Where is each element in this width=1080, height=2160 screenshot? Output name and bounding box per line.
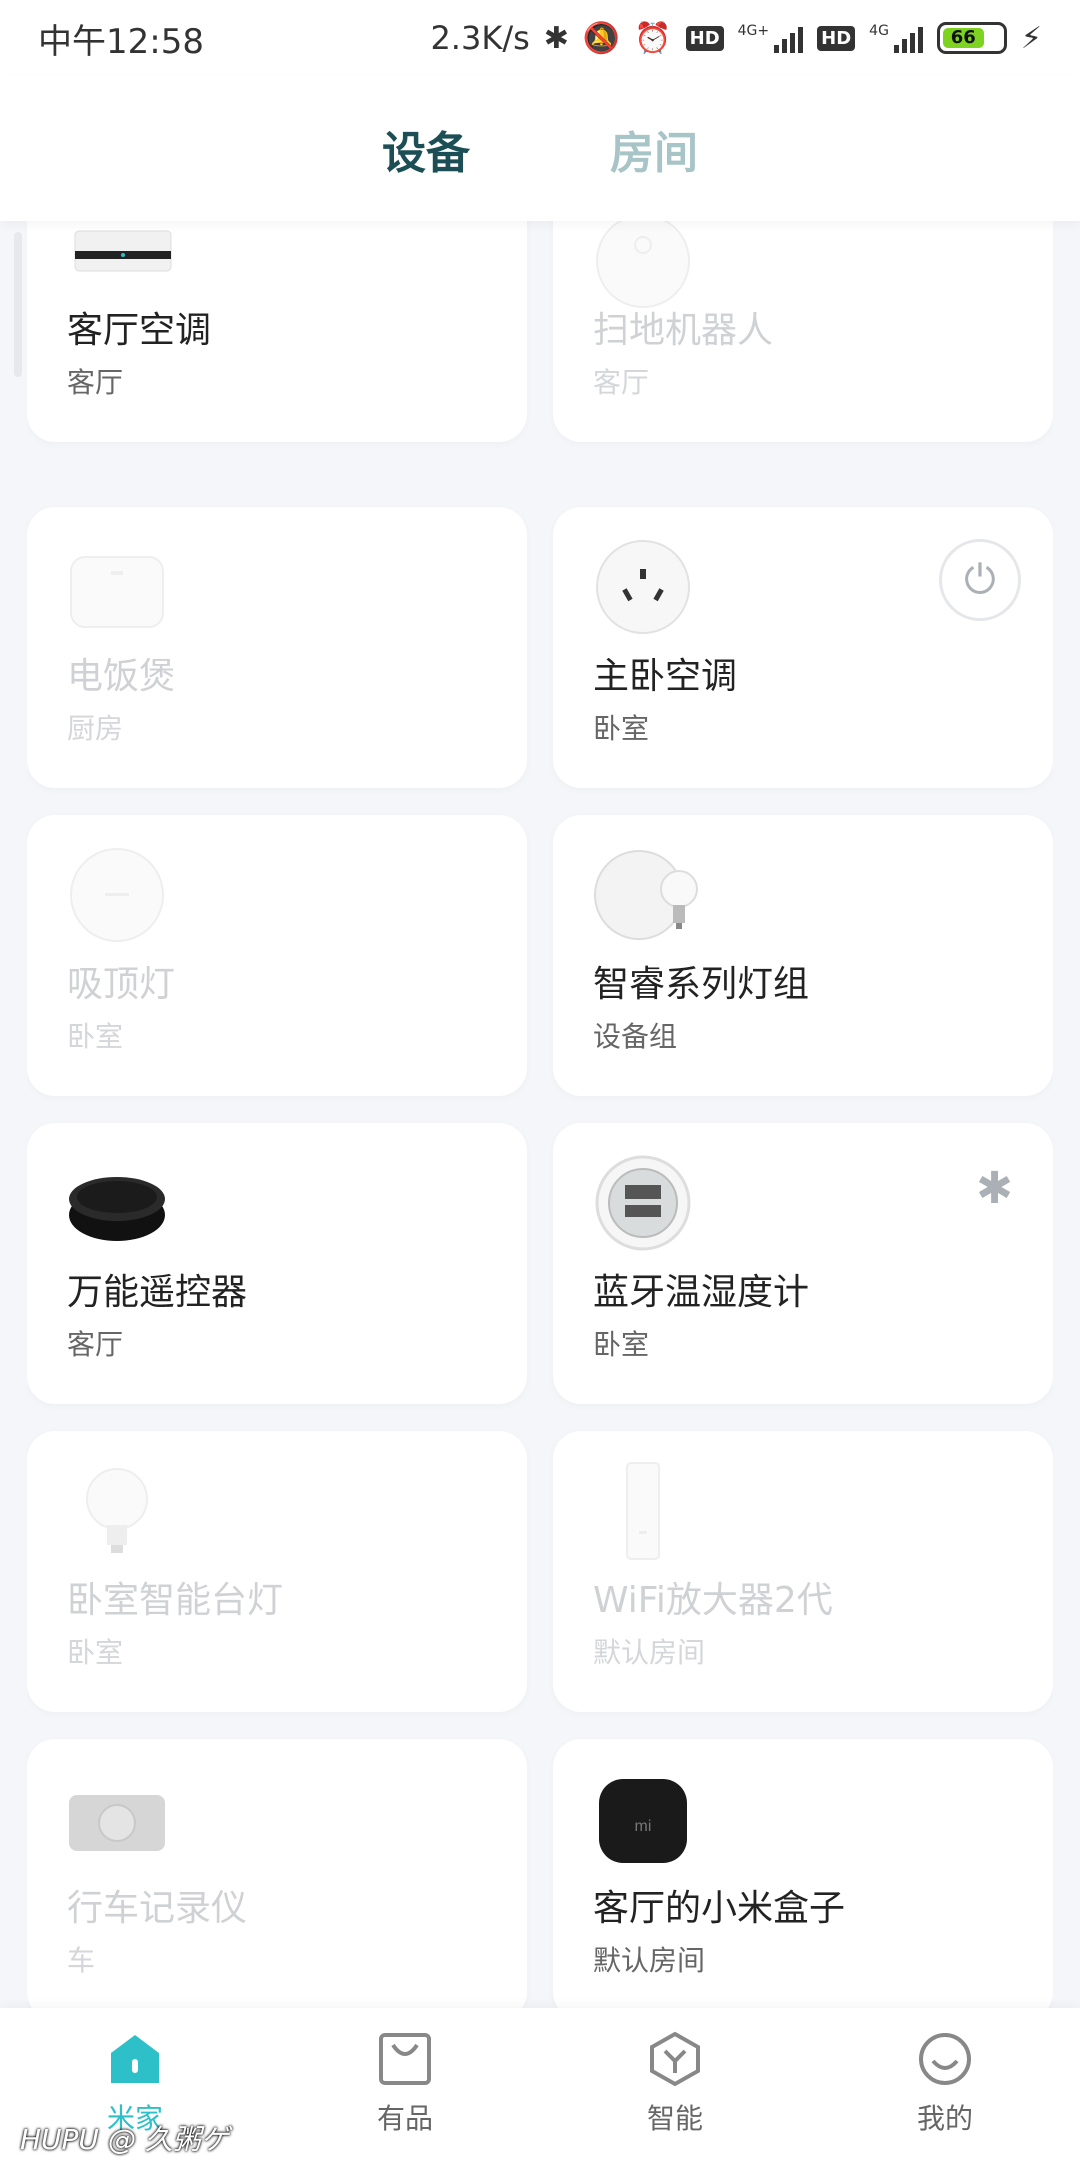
wifi-extender-icon: [626, 1462, 660, 1560]
device-card-living-ac[interactable]: 客厅空调 客厅: [27, 221, 527, 442]
bulb-icon: [86, 1468, 148, 1553]
mi-box-logo: mi: [635, 1818, 652, 1835]
battery-level: 66: [942, 28, 984, 48]
device-name: 智睿系列灯组: [593, 964, 810, 1005]
dashcam-icon: [69, 1795, 165, 1851]
device-room: 设备组: [593, 1020, 678, 1053]
nav-item-profile[interactable]: 我的: [845, 2031, 1045, 2137]
device-room: 卧室: [593, 1328, 650, 1361]
nav-label: 智能: [646, 2102, 703, 2135]
device-name: 卧室智能台灯: [67, 1580, 284, 1621]
device-card-mi-box[interactable]: mi 客厅的小米盒子 默认房间: [553, 1739, 1053, 2009]
charging-icon: ⚡: [1020, 20, 1042, 56]
ceiling-light-icon: [70, 848, 164, 942]
signal-strength-icon-2: 4G: [869, 23, 923, 53]
nav-label: 有品: [376, 2102, 433, 2135]
smart-cube-icon: [650, 2031, 700, 2087]
device-card-dashcam[interactable]: 行车记录仪 车: [27, 1739, 527, 2009]
mute-bell-icon: 🔕: [582, 20, 621, 56]
ir-remote-icon: [69, 1177, 165, 1241]
robot-vacuum-icon: [596, 221, 690, 308]
device-room: 默认房间: [593, 1636, 706, 1669]
device-card-wifi-extender[interactable]: WiFi放大器2代 默认房间: [553, 1431, 1053, 1712]
bluetooth-icon: ✱: [976, 1163, 1013, 1214]
nav-item-youpin[interactable]: 有品: [305, 2031, 505, 2137]
device-card-ir-remote[interactable]: 万能遥控器 客厅: [27, 1123, 527, 1404]
device-card-desk-lamp[interactable]: 卧室智能台灯 卧室: [27, 1431, 527, 1712]
device-card-bt-hygrometer[interactable]: ✱ 蓝牙温湿度计 卧室: [553, 1123, 1053, 1404]
device-name: 蓝牙温湿度计: [593, 1272, 810, 1313]
hd-voice-badge-2: HD: [817, 25, 856, 51]
scroll-indicator[interactable]: [14, 232, 22, 377]
device-room: 客厅: [67, 1328, 124, 1361]
device-room: 车: [67, 1944, 96, 1977]
device-card-rice-cooker[interactable]: 电饭煲 厨房: [27, 507, 527, 788]
nav-label: 我的: [916, 2102, 973, 2135]
power-button[interactable]: ⏻: [939, 539, 1021, 621]
device-name: 主卧空调: [593, 656, 738, 697]
device-room: 卧室: [67, 1020, 124, 1053]
device-name: 万能遥控器: [67, 1272, 248, 1313]
ac-unit-icon: [74, 230, 172, 272]
device-room: 厨房: [67, 712, 124, 745]
device-name: 扫地机器人: [593, 310, 774, 351]
thermometer-icon: [595, 1155, 691, 1251]
smart-plug-icon: [596, 540, 690, 634]
watermark: HUPU @ 久粥ゲ: [20, 2123, 229, 2156]
network-type-2: 4G: [869, 23, 889, 39]
home-icon: [111, 2035, 159, 2083]
tab-rooms[interactable]: 房间: [610, 117, 698, 181]
alarm-clock-icon: ⏰: [634, 20, 672, 56]
signal-strength-icon-1: 4G+: [738, 23, 804, 53]
device-room: 默认房间: [593, 1944, 706, 1977]
light-group-icon: [594, 850, 698, 940]
device-room: 客厅: [67, 366, 124, 399]
device-room: 卧室: [593, 712, 650, 745]
device-grid: 客厅空调 客厅 扫地机器人 客厅 电饭煲 厨房 ⏻ 主卧空调 卧室 吸顶灯 卧室…: [27, 221, 1053, 2009]
device-name: 客厅的小米盒子: [593, 1888, 846, 1929]
device-name: 客厅空调: [67, 310, 212, 351]
top-tab-bar: 设备 房间: [0, 76, 1080, 221]
profile-smile-icon: [919, 2033, 971, 2085]
status-time: 中午12:58: [38, 21, 204, 62]
device-card-ceiling-light[interactable]: 吸顶灯 卧室: [27, 815, 527, 1096]
bluetooth-status-icon: ✱: [543, 20, 569, 56]
power-icon: ⏻: [939, 539, 1021, 621]
device-card-robot-vacuum[interactable]: 扫地机器人 客厅: [553, 221, 1053, 442]
device-name: 吸顶灯: [67, 964, 176, 1005]
rice-cooker-icon: [70, 556, 164, 628]
device-room: 卧室: [67, 1636, 124, 1669]
hd-voice-badge-1: HD: [685, 25, 724, 51]
device-name: 行车记录仪: [67, 1888, 248, 1929]
device-room: 客厅: [593, 366, 650, 399]
device-card-light-group[interactable]: 智睿系列灯组 设备组: [553, 815, 1053, 1096]
network-speed: 2.3K/s: [430, 19, 530, 57]
status-icons: 2.3K/s ✱ 🔕 ⏰ HD 4G+ HD 4G 66 ⚡: [430, 19, 1042, 57]
nav-item-smart[interactable]: 智能: [575, 2031, 775, 2137]
network-type-1: 4G+: [737, 23, 770, 39]
status-bar: 中午12:58 2.3K/s ✱ 🔕 ⏰ HD 4G+ HD 4G 66 ⚡: [0, 0, 1080, 76]
device-name: WiFi放大器2代: [593, 1580, 833, 1621]
shop-bag-icon: [379, 2033, 431, 2085]
device-card-master-ac[interactable]: ⏻ 主卧空调 卧室: [553, 507, 1053, 788]
device-name: 电饭煲: [67, 656, 176, 697]
mi-box-icon: mi: [599, 1779, 687, 1863]
battery-icon: 66: [936, 22, 1007, 54]
tab-devices[interactable]: 设备: [382, 117, 470, 181]
bluetooth-button[interactable]: ✱: [976, 1163, 1013, 1214]
